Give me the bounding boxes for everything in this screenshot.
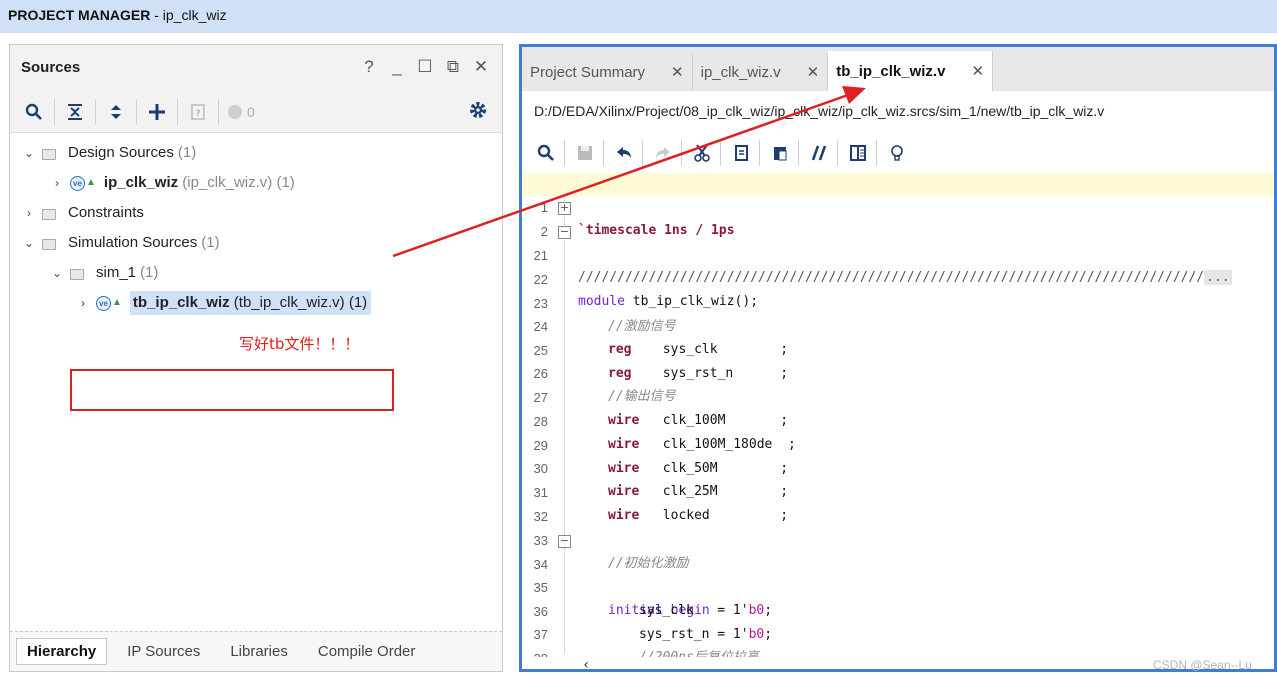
search-icon[interactable] <box>534 141 558 165</box>
code-line: 23 //激励信号 <box>533 296 676 334</box>
tab-hierarchy[interactable]: Hierarchy <box>16 638 108 665</box>
tab-ip-sources[interactable]: IP Sources <box>117 639 210 664</box>
gear-icon[interactable] <box>468 100 488 126</box>
cut-icon[interactable] <box>690 141 714 165</box>
code-line: 34 − initial begin <box>533 534 710 618</box>
code-line: 35 sys_clk = 1'b0; <box>533 580 773 618</box>
folder-icon <box>42 208 56 220</box>
svg-text:?: ? <box>195 109 200 119</box>
code-line: 25 reg sys_rst_n ; <box>533 343 789 381</box>
close-icon[interactable]: ✕ <box>807 63 820 81</box>
collapse-all-icon[interactable] <box>63 100 87 124</box>
panel-window-buttons: ? _ ☐ ⧉ ✕ <box>360 57 490 77</box>
chevron-down-icon[interactable]: ⌄ <box>22 231 36 255</box>
close-button[interactable]: ✕ <box>472 57 490 77</box>
tree-item-sim-1[interactable]: ⌄ sim_1 (1) <box>50 261 158 285</box>
indent-icon[interactable] <box>846 141 870 165</box>
comment-icon[interactable] <box>807 141 831 165</box>
chevron-down-icon[interactable]: ⌄ <box>22 141 36 165</box>
close-icon[interactable]: ✕ <box>671 63 684 81</box>
editor-panel: Project Summary ✕ ip_clk_wiz.v ✕ tb_ip_clk… <box>519 44 1277 672</box>
expand-fold-icon[interactable]: + <box>558 202 571 215</box>
code-line: 30 wire clk_25M ; <box>533 461 789 499</box>
code-line: 37 //200ns后复位拉高 <box>533 627 759 665</box>
verilog-file-icon: ve ▲ <box>96 291 122 315</box>
tree-item-simulation-sources[interactable]: ⌄ Simulation Sources (1) <box>22 231 220 255</box>
maximize-button[interactable]: ☐ <box>416 57 434 77</box>
minimize-button[interactable]: _ <box>388 57 406 77</box>
collapse-fold-icon[interactable]: − <box>558 226 571 239</box>
editor-tabs: Project Summary ✕ ip_clk_wiz.v ✕ tb_ip_clk… <box>522 47 1274 91</box>
search-icon[interactable] <box>22 100 46 124</box>
help-button[interactable]: ? <box>360 57 378 77</box>
tab-libraries[interactable]: Libraries <box>220 639 298 664</box>
annotation-text: 写好tb文件！！！ <box>239 335 360 353</box>
tree-item-ip-clk-wiz[interactable]: › ve ▲ ip_clk_wiz (ip_clk_wiz.v) (1) <box>50 171 295 195</box>
code-editor[interactable]: 1 `timescale 1ns / 1ps 2 + /////////////… <box>522 173 1274 669</box>
float-button[interactable]: ⧉ <box>444 57 462 77</box>
properties-icon[interactable]: ? <box>186 100 210 124</box>
window-title: PROJECT MANAGER - ip_clk_wiz <box>0 0 1277 33</box>
close-icon[interactable]: ✕ <box>971 62 984 80</box>
code-line: 24 reg sys_clk ; <box>533 319 789 357</box>
redo-icon[interactable] <box>651 141 675 165</box>
code-line: 32 <box>533 509 548 524</box>
sources-panel: Sources ? _ ☐ ⧉ ✕ ? 0 ⌄ Design Sources (… <box>9 44 503 672</box>
status-dot-icon: 0 <box>227 100 255 124</box>
paste-icon[interactable] <box>768 141 792 165</box>
code-line: 27 wire clk_100M ; <box>533 390 789 428</box>
sources-title: Sources <box>21 59 81 76</box>
watermark: CSDN @Sean--Lu <box>1153 658 1252 672</box>
tree-item-tb-ip-clk-wiz[interactable]: › ve ▲ tb_ip_clk_wiz (tb_ip_clk_wiz.v) (1… <box>76 291 372 315</box>
source-tree: ⌄ Design Sources (1) › ve ▲ ip_clk_wiz (i… <box>10 133 502 633</box>
tree-item-design-sources[interactable]: ⌄ Design Sources (1) <box>22 141 196 165</box>
code-line: 38 #200 <box>522 624 1274 666</box>
code-line: 31 wire locked ; <box>533 485 789 523</box>
chevron-right-icon[interactable]: › <box>50 171 64 195</box>
status-count: 0 <box>247 103 255 120</box>
save-icon[interactable] <box>573 141 597 165</box>
code-line: 22 <box>533 272 548 287</box>
chevron-right-icon[interactable]: › <box>76 291 90 315</box>
expand-all-icon[interactable] <box>104 100 128 124</box>
highlight-box <box>70 369 394 411</box>
code-line: 2 + ////////////////////////////////////… <box>540 201 1232 285</box>
editor-toolbar <box>522 133 1274 173</box>
sources-bottom-tabs: Hierarchy IP Sources Libraries Compile O… <box>10 631 502 671</box>
tree-item-constraints[interactable]: › Constraints <box>22 201 144 225</box>
copy-icon[interactable] <box>729 141 753 165</box>
tab-compile-order[interactable]: Compile Order <box>308 639 426 664</box>
sources-toolbar: ? 0 <box>10 91 502 133</box>
code-line: 28 wire clk_100M_180de ; <box>533 414 796 452</box>
chevron-down-icon[interactable]: ⌄ <box>50 261 64 285</box>
file-path: D:/D/EDA/Xilinx/Project/08_ip_clk_wiz/ip… <box>522 91 1274 133</box>
chevron-right-icon[interactable]: › <box>22 201 36 225</box>
add-sources-icon[interactable] <box>145 100 169 124</box>
folder-icon <box>42 148 56 160</box>
collapse-fold-icon[interactable]: − <box>558 535 571 548</box>
verilog-file-icon: ve ▲ <box>70 171 96 195</box>
code-line: 26 //输出信号 <box>533 366 676 404</box>
code-line: 29 wire clk_50M ; <box>533 438 789 476</box>
code-line: 1 `timescale 1ns / 1ps <box>522 173 1274 238</box>
tab-ip-clk-wiz-v[interactable]: ip_clk_wiz.v ✕ <box>693 53 829 91</box>
tab-project-summary[interactable]: Project Summary ✕ <box>522 53 693 91</box>
sources-header: Sources ? _ ☐ ⧉ ✕ <box>10 45 502 91</box>
code-line: 36 sys_rst_n = 1'b0; <box>533 604 773 642</box>
lightbulb-icon[interactable] <box>885 141 909 165</box>
folder-icon <box>42 238 56 250</box>
code-line: 33 //初始化激励 <box>533 533 689 571</box>
undo-icon[interactable] <box>612 141 636 165</box>
scroll-left-icon[interactable]: ‹ <box>582 657 590 669</box>
code-line: 21 − module tb_ip_clk_wiz(); <box>533 225 759 309</box>
folder-icon <box>70 268 84 280</box>
tab-tb-ip-clk-wiz-v[interactable]: tb_ip_clk_wiz.v ✕ <box>828 51 994 91</box>
